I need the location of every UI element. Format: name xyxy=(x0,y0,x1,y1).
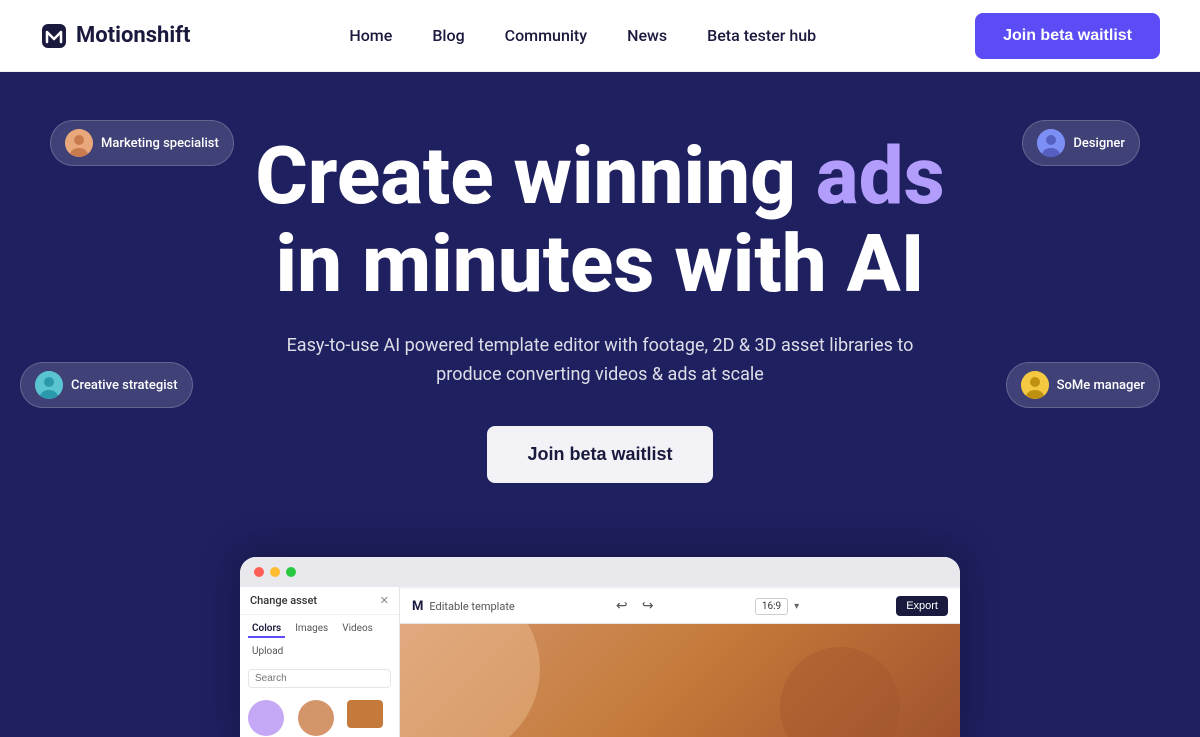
nav-links: Home Blog Community News Beta tester hub xyxy=(349,26,816,45)
app-header-row: M Editable template ↩ ↪ 16:9 ▾ Export xyxy=(400,589,960,624)
hero-content: Create winning ads in minutes with AI Ea… xyxy=(255,132,944,483)
panel-tab-upload[interactable]: Upload xyxy=(248,644,287,659)
headline-accent: ads xyxy=(816,129,945,223)
panel-close-icon[interactable]: ✕ xyxy=(380,594,389,607)
nav-community[interactable]: Community xyxy=(505,26,587,45)
app-left-panel: Change asset ✕ Colors Images Videos Uplo… xyxy=(240,587,400,737)
redo-button[interactable]: ↪ xyxy=(638,596,658,616)
avatar-designer xyxy=(1037,129,1065,157)
badge-marketing-label: Marketing specialist xyxy=(101,136,219,151)
canvas-circle-1 xyxy=(400,619,540,737)
avatar-marketing xyxy=(65,129,93,157)
window-maximize-dot xyxy=(286,567,296,577)
panel-tabs: Colors Images Videos Upload xyxy=(240,615,399,665)
badge-some-label: SoMe manager xyxy=(1057,378,1145,393)
shape-rect-orange xyxy=(347,700,383,728)
panel-header-label: Change asset xyxy=(250,594,317,607)
app-inner: M Editable template ↩ ↪ 16:9 ▾ Export xyxy=(240,587,960,737)
aspect-ratio-chevron: ▾ xyxy=(794,601,799,612)
badge-designer: Designer xyxy=(1022,120,1140,166)
app-canvas xyxy=(400,619,960,737)
aspect-ratio-label: 16:9 xyxy=(755,598,788,615)
nav-news[interactable]: News xyxy=(627,26,667,45)
shape-circle-orange xyxy=(298,700,334,736)
app-preview: M Editable template ↩ ↪ 16:9 ▾ Export xyxy=(240,557,960,737)
hero-headline: Create winning ads in minutes with AI xyxy=(255,132,944,308)
hero-section: Marketing specialist Designer Creative s… xyxy=(0,72,1200,737)
canvas-circle-2 xyxy=(780,647,900,737)
app-titlebar xyxy=(240,557,960,587)
panel-search-input[interactable] xyxy=(248,669,391,688)
nav-join-waitlist-button[interactable]: Join beta waitlist xyxy=(975,13,1160,59)
headline-part1: Create winning xyxy=(255,129,816,223)
avatar-creative xyxy=(35,371,63,399)
shape-circle-purple xyxy=(248,700,284,736)
nav-blog[interactable]: Blog xyxy=(432,26,464,45)
badge-designer-label: Designer xyxy=(1073,136,1125,151)
badge-creative: Creative strategist xyxy=(20,362,193,408)
window-close-dot xyxy=(254,567,264,577)
undo-redo-controls: ↩ ↪ xyxy=(612,596,658,616)
badge-creative-label: Creative strategist xyxy=(71,378,178,393)
panel-tab-videos[interactable]: Videos xyxy=(338,621,377,638)
nav-beta-tester-hub[interactable]: Beta tester hub xyxy=(707,26,816,45)
avatar-some xyxy=(1021,371,1049,399)
app-aspect-ratio: 16:9 ▾ xyxy=(755,598,799,615)
app-template-label: Editable template xyxy=(429,600,514,613)
navbar: Motionshift Home Blog Community News Bet… xyxy=(0,0,1200,72)
undo-button[interactable]: ↩ xyxy=(612,596,632,616)
panel-shapes xyxy=(240,692,399,737)
logo-text: Motionshift xyxy=(76,23,190,48)
panel-tab-colors[interactable]: Colors xyxy=(248,621,285,638)
badge-marketing: Marketing specialist xyxy=(50,120,234,166)
nav-home[interactable]: Home xyxy=(349,26,392,45)
badge-some: SoMe manager xyxy=(1006,362,1160,408)
window-minimize-dot xyxy=(270,567,280,577)
app-logo-small: M xyxy=(412,599,423,614)
panel-header: Change asset ✕ xyxy=(240,587,399,615)
hero-join-waitlist-button[interactable]: Join beta waitlist xyxy=(487,426,712,483)
app-toolbar-left: M Editable template xyxy=(412,599,515,614)
headline-part2: in minutes with AI xyxy=(276,217,925,311)
logo[interactable]: Motionshift xyxy=(40,22,190,50)
export-button[interactable]: Export xyxy=(896,596,948,616)
logo-icon xyxy=(40,22,68,50)
hero-subtext: Easy-to-use AI powered template editor w… xyxy=(280,332,920,390)
panel-tab-images[interactable]: Images xyxy=(291,621,332,638)
